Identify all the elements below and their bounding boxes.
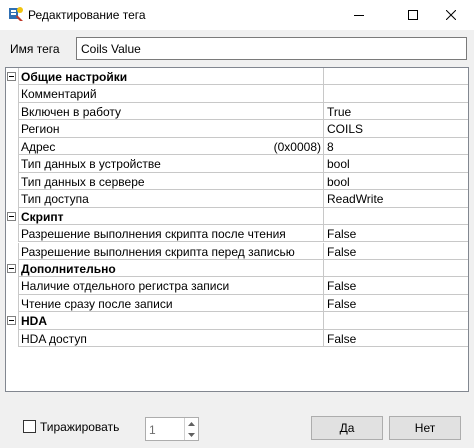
collapse-toggle-icon[interactable] (7, 316, 16, 326)
count-spinner[interactable]: 1 (145, 417, 199, 441)
window-title: Редактирование тега (28, 8, 146, 22)
tag-name-input[interactable]: Coils Value (76, 37, 467, 60)
close-button[interactable] (428, 0, 474, 30)
property-value[interactable]: 8 (324, 138, 468, 156)
grid-category-general: Общие настройки (6, 68, 468, 86)
collapse-toggle-icon[interactable] (7, 211, 16, 221)
spinner-buttons (184, 418, 198, 440)
grid-row-separate-write-register[interactable]: Наличие отдельного регистра записи False (6, 277, 468, 295)
property-value[interactable]: bool (324, 173, 468, 191)
grid-category-hda: HDA (6, 312, 468, 330)
property-name: Регион (18, 120, 324, 138)
replicate-label: Тиражировать (40, 420, 120, 434)
replicate-checkbox[interactable] (23, 420, 36, 433)
property-value (324, 260, 468, 278)
grid-row-server-type[interactable]: Тип данных в сервере bool (6, 172, 468, 191)
app-icon (8, 6, 24, 22)
maximize-icon (408, 10, 418, 20)
minimize-button[interactable] (336, 0, 382, 30)
grid-category-additional: Дополнительно (6, 259, 468, 278)
count-value[interactable]: 1 (149, 423, 156, 437)
ok-button[interactable]: Да (311, 416, 383, 440)
address-hex: (0x0008) (273, 139, 321, 154)
property-name: HDA (18, 312, 324, 330)
cancel-button[interactable]: Нет (389, 416, 461, 440)
property-name: Включен в работу (18, 102, 324, 121)
arrow-down-icon (188, 432, 195, 437)
grid-row-region[interactable]: Регион COILS (6, 120, 468, 138)
property-name: HDA доступ (18, 329, 324, 348)
property-value[interactable]: ReadWrite (324, 190, 468, 208)
close-icon (446, 10, 456, 20)
property-name: Тип данных в сервере (18, 172, 324, 191)
grid-row-script-after-read[interactable]: Разрешение выполнения скрипта после чтен… (6, 225, 468, 243)
grid-row-address[interactable]: Адрес (0x0008) 8 (6, 137, 468, 156)
spinner-up-button[interactable] (185, 418, 198, 429)
property-value[interactable]: False (324, 330, 468, 348)
grid-category-script: Скрипт (6, 207, 468, 226)
spinner-down-button[interactable] (185, 429, 198, 440)
grid-row-comment[interactable]: Комментарий (6, 85, 468, 103)
property-name: Общие настройки (18, 68, 324, 86)
property-value[interactable]: False (324, 243, 468, 260)
property-value[interactable]: False (324, 277, 468, 295)
collapse-toggle-icon[interactable] (7, 72, 16, 81)
grid-row-device-type[interactable]: Тип данных в устройстве bool (6, 155, 468, 173)
property-name-cell: Адрес (0x0008) (18, 137, 324, 156)
grid-row-enabled[interactable]: Включен в работу True (6, 102, 468, 121)
grid-row-script-before-write[interactable]: Разрешение выполнения скрипта перед запи… (6, 242, 468, 260)
property-name: Чтение сразу после записи (18, 294, 324, 313)
property-name: Разрешение выполнения скрипта перед запи… (18, 242, 324, 260)
tag-name-label: Имя тега (10, 42, 60, 56)
property-value[interactable]: COILS (324, 120, 468, 138)
grid-row-read-after-write[interactable]: Чтение сразу после записи False (6, 294, 468, 313)
property-value[interactable]: False (324, 295, 468, 313)
property-name: Разрешение выполнения скрипта после чтен… (18, 225, 324, 243)
arrow-up-icon (188, 421, 195, 426)
property-name: Скрипт (18, 207, 324, 226)
grid-row-access-type[interactable]: Тип доступа ReadWrite (6, 190, 468, 208)
minimize-icon (354, 15, 364, 16)
property-name: Дополнительно (18, 259, 324, 278)
property-value[interactable] (324, 85, 468, 103)
property-value[interactable]: False (324, 225, 468, 243)
property-value (324, 208, 468, 226)
property-name: Комментарий (18, 85, 324, 103)
property-value (324, 312, 468, 330)
title-bar: Редактирование тега (0, 0, 474, 30)
property-name: Адрес (21, 139, 56, 154)
grid-row-hda-access[interactable]: HDA доступ False (6, 329, 468, 348)
property-value[interactable]: bool (324, 155, 468, 173)
property-name: Тип данных в устройстве (18, 155, 324, 173)
collapse-toggle-icon[interactable] (7, 263, 16, 273)
property-value[interactable]: True (324, 103, 468, 121)
property-name: Тип доступа (18, 190, 324, 208)
property-value (324, 68, 468, 86)
property-grid: Общие настройки Комментарий Включен в ра… (5, 67, 469, 392)
property-name: Наличие отдельного регистра записи (18, 277, 324, 295)
